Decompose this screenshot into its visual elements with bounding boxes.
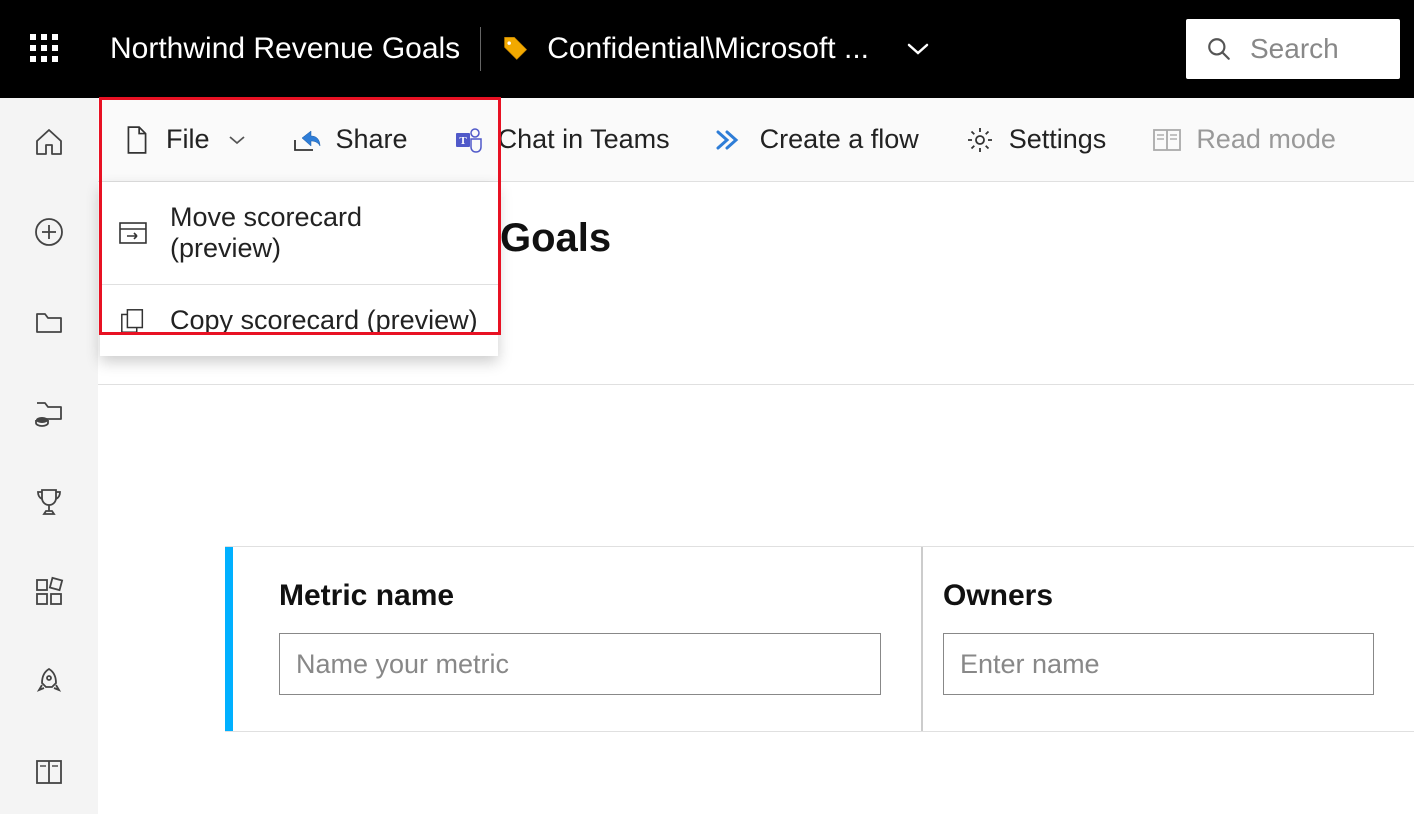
sensitivity-label-button[interactable]: Confidential\Microsoft ... bbox=[501, 32, 929, 66]
owners-block: Owners bbox=[923, 547, 1414, 731]
share-label: Share bbox=[336, 124, 408, 155]
search-input[interactable] bbox=[1250, 33, 1400, 65]
nav-deployment[interactable] bbox=[31, 664, 67, 700]
search-icon bbox=[1206, 36, 1232, 62]
home-icon bbox=[33, 126, 65, 158]
sensitivity-label-text: Confidential\Microsoft ... bbox=[547, 32, 869, 66]
gear-icon bbox=[965, 125, 995, 155]
metric-name-block: Metric name bbox=[233, 547, 923, 731]
nav-data-hub[interactable] bbox=[31, 394, 67, 430]
chevron-down-icon bbox=[907, 42, 929, 56]
metric-name-input[interactable] bbox=[279, 633, 881, 695]
share-button[interactable]: Share bbox=[284, 120, 416, 159]
book-icon bbox=[33, 756, 65, 788]
file-button[interactable]: File bbox=[114, 120, 254, 159]
toolbar: File Share T Chat in Teams Create a flow bbox=[98, 98, 1414, 182]
trophy-icon bbox=[33, 486, 65, 518]
nav-apps[interactable] bbox=[31, 574, 67, 610]
search-box[interactable] bbox=[1186, 19, 1400, 79]
folder-icon bbox=[33, 306, 65, 338]
copy-scorecard-label: Copy scorecard (preview) bbox=[170, 305, 478, 336]
owners-label: Owners bbox=[943, 579, 1374, 613]
plus-circle-icon bbox=[33, 216, 65, 248]
app-launcher-icon[interactable] bbox=[30, 34, 60, 64]
metric-name-label: Metric name bbox=[279, 579, 881, 613]
move-scorecard-label: Move scorecard (preview) bbox=[170, 202, 480, 264]
file-icon bbox=[122, 125, 152, 155]
data-hub-icon bbox=[33, 396, 65, 428]
nav-learn[interactable] bbox=[31, 754, 67, 790]
move-scorecard-item[interactable]: Move scorecard (preview) bbox=[100, 182, 498, 284]
workspace-title: Northwind Revenue Goals bbox=[110, 32, 460, 66]
teams-icon: T bbox=[454, 125, 484, 155]
svg-text:T: T bbox=[459, 135, 467, 147]
nav-metrics[interactable] bbox=[31, 484, 67, 520]
file-label: File bbox=[166, 124, 210, 155]
settings-button[interactable]: Settings bbox=[957, 120, 1115, 159]
tag-icon bbox=[501, 35, 529, 63]
copy-icon bbox=[118, 307, 148, 335]
flow-icon bbox=[716, 125, 746, 155]
file-dropdown-menu: Move scorecard (preview) Copy scorecard … bbox=[100, 182, 498, 356]
accent-bar bbox=[225, 547, 233, 731]
page-title-partial: Goals bbox=[496, 216, 611, 261]
section-divider bbox=[98, 384, 1414, 385]
left-nav bbox=[0, 98, 98, 814]
read-mode-label: Read mode bbox=[1196, 124, 1336, 155]
settings-label: Settings bbox=[1009, 124, 1107, 155]
chat-in-teams-label: Chat in Teams bbox=[498, 124, 670, 155]
move-icon bbox=[118, 219, 148, 247]
nav-browse[interactable] bbox=[31, 304, 67, 340]
content-area: File Share T Chat in Teams Create a flow bbox=[98, 98, 1414, 814]
nav-create[interactable] bbox=[31, 214, 67, 250]
chevron-down-icon bbox=[224, 134, 246, 146]
create-flow-button[interactable]: Create a flow bbox=[708, 120, 927, 159]
read-mode-icon bbox=[1152, 125, 1182, 155]
rocket-icon bbox=[33, 666, 65, 698]
read-mode-button[interactable]: Read mode bbox=[1144, 120, 1344, 159]
top-header: Northwind Revenue Goals Confidential\Mic… bbox=[0, 0, 1414, 98]
chat-in-teams-button[interactable]: T Chat in Teams bbox=[446, 120, 678, 159]
create-flow-label: Create a flow bbox=[760, 124, 919, 155]
owners-input[interactable] bbox=[943, 633, 1374, 695]
header-divider bbox=[480, 27, 481, 71]
share-icon bbox=[292, 125, 322, 155]
apps-icon bbox=[33, 576, 65, 608]
nav-home[interactable] bbox=[31, 124, 67, 160]
metric-entry-card: Metric name Owners bbox=[225, 546, 1414, 732]
main-wrapper: File Share T Chat in Teams Create a flow bbox=[0, 98, 1414, 814]
copy-scorecard-item[interactable]: Copy scorecard (preview) bbox=[100, 285, 498, 356]
